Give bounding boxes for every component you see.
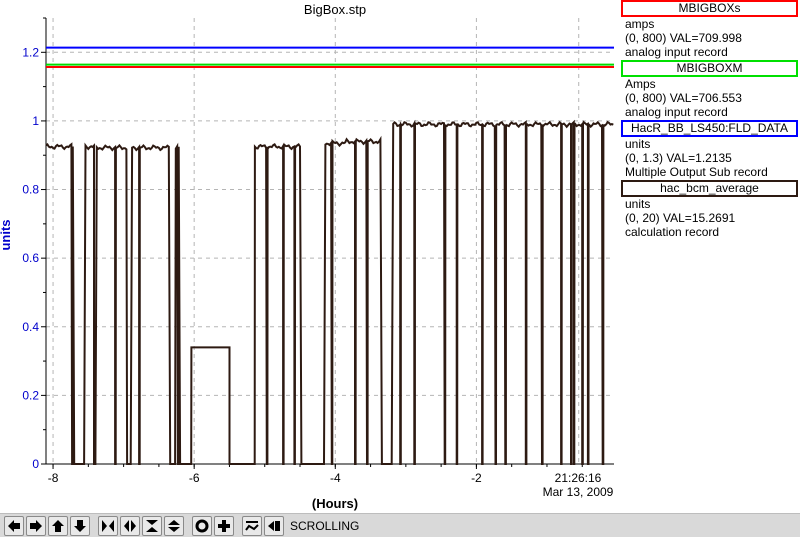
pan-icon[interactable] — [242, 515, 262, 536]
arrow-down-icon[interactable] — [70, 515, 90, 536]
end-date-label: Mar 13, 2009 — [543, 485, 614, 499]
legend-entry-name[interactable]: MBIGBOXM — [621, 60, 798, 77]
series-line-hac_bcm_average — [45, 119, 614, 465]
zoom-out-horizontal-icon[interactable] — [120, 515, 140, 536]
y-tick-label: 0.6 — [22, 251, 39, 265]
y-tick-label: 0 — [32, 457, 39, 471]
legend-entry-record: Multiple Output Sub record — [625, 165, 768, 179]
legend-entry: HacR_BB_LS450:FLD_DATA units (0, 1.3) VAL=… — [620, 120, 800, 179]
legend-entry: MBIGBOXs amps (0, 800) VAL=709.998 analog i… — [620, 0, 800, 59]
arrow-up-icon[interactable] — [48, 515, 68, 536]
legend-entry-units: units — [625, 137, 651, 151]
arrow-left-icon[interactable] — [4, 515, 24, 536]
legend-entry: hac_bcm_average units (0, 20) VAL=15.2691 c… — [620, 180, 800, 239]
toolbar: SCROLLING — [0, 513, 800, 537]
crosshair-icon[interactable] — [214, 515, 234, 536]
legend-entry-name[interactable]: MBIGBOXs — [621, 0, 798, 17]
legend-entry-record: analog input record — [625, 105, 728, 119]
x-tick-label: -6 — [189, 471, 200, 485]
x-tick-label: -8 — [48, 471, 59, 485]
legend-entry-record: analog input record — [625, 45, 728, 59]
y-tick-label: 1.2 — [22, 45, 39, 59]
x-tick-label: -2 — [471, 471, 482, 485]
legend-entry-range-val: (0, 800) VAL=706.553 — [625, 91, 742, 105]
y-tick-label: 0.8 — [22, 183, 39, 197]
legend-entry-units: units — [625, 197, 651, 211]
end-time-label: 21:26:16 — [555, 471, 602, 485]
zoom-out-vertical-icon[interactable] — [164, 515, 184, 536]
legend-entry-units: amps — [625, 17, 655, 31]
zoom-in-horizontal-icon[interactable] — [98, 515, 118, 536]
chart-title: BigBox.stp — [304, 2, 366, 17]
legend-entry-range-val: (0, 1.3) VAL=1.2135 — [625, 151, 732, 165]
legend-entry-name[interactable]: hac_bcm_average — [621, 180, 798, 197]
arrow-right-icon[interactable] — [26, 515, 46, 536]
x-axis-label: (Hours) — [312, 496, 358, 511]
zoom-in-vertical-icon[interactable] — [142, 515, 162, 536]
status-text: SCROLLING — [290, 518, 360, 533]
y-tick-label: 0.4 — [22, 320, 39, 334]
legend-entry-range-val: (0, 800) VAL=709.998 — [625, 31, 742, 45]
back-icon[interactable] — [264, 515, 284, 536]
legend-entry-name[interactable]: HacR_BB_LS450:FLD_DATA — [621, 120, 798, 137]
reset-icon[interactable] — [192, 515, 212, 536]
legend-entry-units: Amps — [625, 77, 656, 91]
legend: MBIGBOXs amps (0, 800) VAL=709.998 analog i… — [620, 0, 800, 240]
y-axis-label: units — [0, 219, 13, 250]
x-tick-label: -4 — [330, 471, 341, 485]
y-tick-label: 0.2 — [22, 388, 39, 402]
y-tick-label: 1 — [32, 114, 39, 128]
series-layer — [45, 46, 614, 465]
legend-entry-range-val: (0, 20) VAL=15.2691 — [625, 211, 736, 225]
legend-entry-record: calculation record — [625, 225, 720, 239]
legend-entry: MBIGBOXM Amps (0, 800) VAL=706.553 analog i… — [620, 60, 800, 119]
